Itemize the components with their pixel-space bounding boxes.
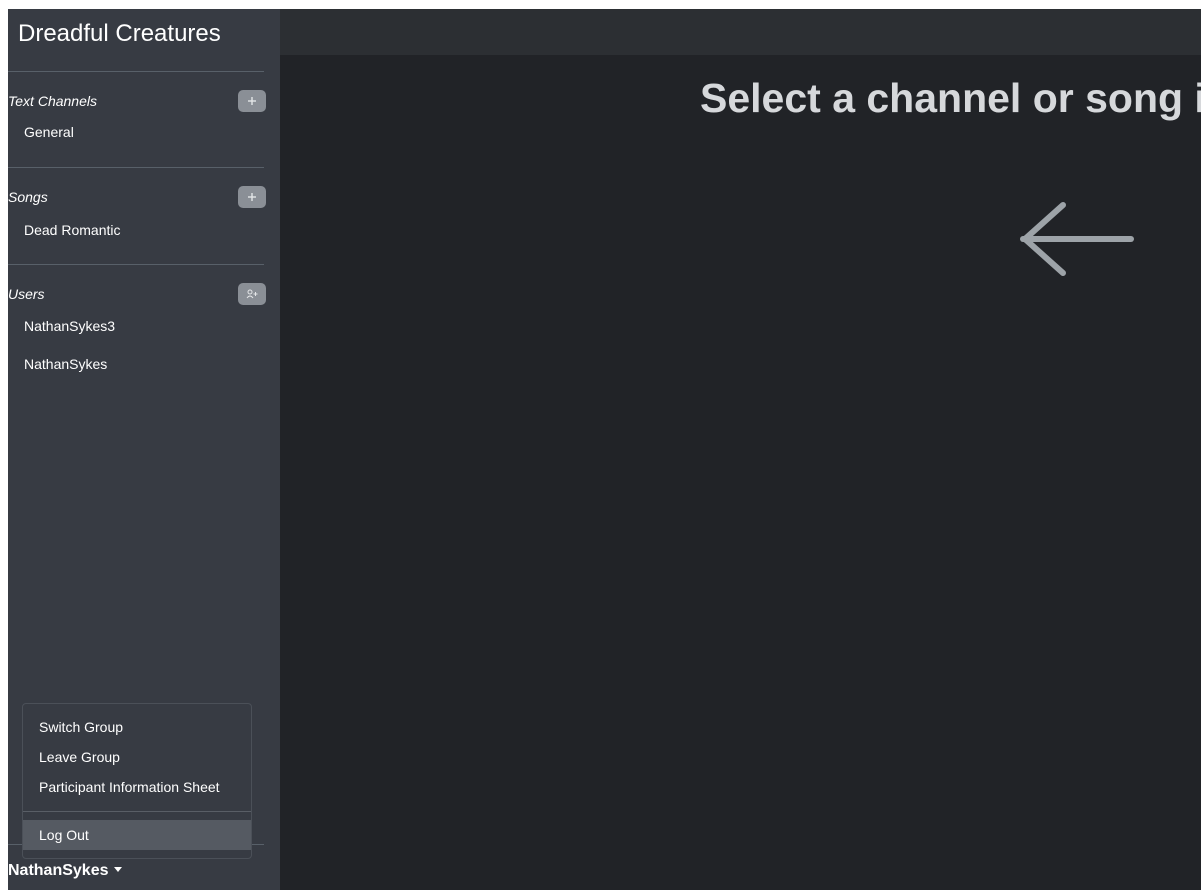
user-item[interactable]: NathanSykes [24, 356, 107, 372]
menu-item-label: Log Out [39, 827, 89, 843]
section-label-songs: Songs [8, 189, 48, 205]
menu-item-label: Leave Group [39, 749, 120, 765]
divider [8, 264, 264, 265]
add-user-button[interactable] [238, 283, 266, 305]
section-users: Users [8, 283, 266, 307]
menu-item-switch-group[interactable]: Switch Group [23, 712, 251, 742]
section-label-text-channels: Text Channels [8, 93, 97, 109]
section-label-users: Users [8, 286, 45, 302]
current-username: NathanSykes [8, 862, 109, 879]
song-item-dead-romantic[interactable]: Dead Romantic [24, 222, 121, 238]
add-user-icon [246, 289, 258, 299]
menu-divider [23, 811, 251, 812]
menu-item-leave-group[interactable]: Leave Group [23, 742, 251, 772]
channel-item-general[interactable]: General [24, 124, 74, 140]
menu-item-label: Participant Information Sheet [39, 779, 220, 795]
divider [8, 167, 264, 168]
add-channel-button[interactable] [238, 90, 266, 112]
section-songs: Songs [8, 186, 266, 210]
menu-item-label: Switch Group [39, 719, 124, 735]
divider [8, 71, 264, 72]
user-menu-toggle[interactable]: NathanSykes [8, 862, 122, 880]
section-text-channels: Text Channels [8, 90, 266, 114]
plus-icon [248, 193, 256, 201]
plus-icon [248, 97, 256, 105]
group-title: Dreadful Creatures [18, 20, 221, 47]
caret-down-icon [113, 867, 122, 872]
user-dropdown-menu: Switch Group Leave Group Participant Inf… [22, 703, 252, 859]
select-prompt: Select a channel or song i [700, 75, 1201, 121]
app-window: Select a channel or song i Dreadful Crea… [8, 9, 1201, 890]
menu-item-log-out[interactable]: Log Out [23, 820, 251, 850]
add-song-button[interactable] [238, 186, 266, 208]
user-item[interactable]: NathanSykes3 [24, 318, 115, 334]
menu-item-participant-information-sheet[interactable]: Participant Information Sheet [23, 772, 251, 802]
arrow-left-icon [1020, 202, 1134, 276]
sidebar: Dreadful Creatures Text Channels General… [8, 9, 280, 890]
